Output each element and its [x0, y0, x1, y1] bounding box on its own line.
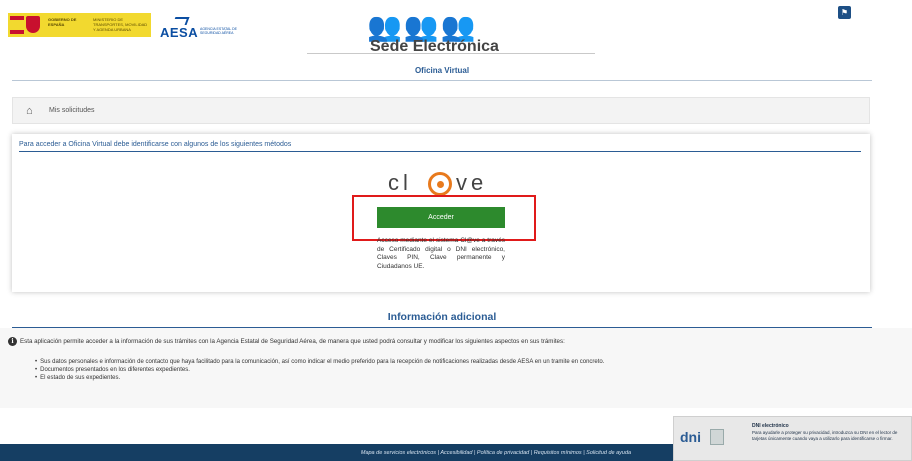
dni-logo: dni — [680, 425, 730, 455]
dni-text: Para ayudarle a proteger su privacidad, … — [752, 430, 898, 441]
banner-divider — [307, 53, 595, 54]
list-item: Sus datos personales e información de co… — [35, 358, 604, 366]
site-header: GOBIERNO DE ESPAÑA MINISTERIO DE TRANSPO… — [0, 0, 912, 60]
coat-of-arms-icon — [26, 16, 40, 33]
home-icon[interactable]: ⌂ — [26, 105, 40, 117]
login-heading: Para acceder a Oficina Virtual debe iden… — [19, 141, 292, 148]
title-divider — [12, 80, 872, 81]
login-panel: Para acceder a Oficina Virtual debe iden… — [12, 134, 870, 292]
ministry-text: MINISTERIO DE TRANSPORTES, MOVILIDAD Y A… — [93, 17, 148, 32]
list-item: El estado de sus expedientes. — [35, 374, 604, 382]
acceder-button[interactable]: Acceder — [377, 207, 505, 228]
info-section: i Esta aplicación permite acceder a la i… — [0, 328, 912, 408]
info-intro-text: Esta aplicación permite acceder a la inf… — [20, 338, 565, 345]
clave-logo-suffix: ve — [456, 170, 488, 195]
government-logo[interactable]: GOBIERNO DE ESPAÑA MINISTERIO DE TRANSPO… — [8, 13, 151, 37]
aesa-subtitle: AGENCIA ESTATAL DE SEGURIDAD AÉREA — [200, 27, 238, 35]
dni-title: DNI electrónico — [752, 423, 789, 429]
footer-links[interactable]: Mapa de servicios electrónicos | Accesib… — [281, 450, 631, 456]
breadcrumb: ⌂ Mis solicitudes — [12, 97, 870, 124]
aesa-mark-icon — [172, 17, 190, 25]
government-text: GOBIERNO DE ESPAÑA — [48, 17, 77, 27]
clave-at-icon — [428, 172, 452, 196]
chip-icon — [710, 429, 724, 445]
page-title: Oficina Virtual — [414, 66, 470, 75]
login-heading-divider — [19, 151, 861, 152]
aesa-logo[interactable]: AESA AGENCIA ESTATAL DE SEGURIDAD AÉREA — [160, 17, 260, 40]
info-title: Información adicional — [387, 311, 497, 323]
dni-logo-text: dni — [680, 429, 701, 445]
clave-logo: cl ve — [388, 170, 508, 198]
info-icon: i — [8, 337, 17, 346]
info-intro: i Esta aplicación permite acceder a la i… — [8, 337, 565, 346]
language-flag-button[interactable]: ⚑ — [838, 6, 851, 19]
info-list: Sus datos personales e información de co… — [35, 358, 604, 382]
list-item: Documentos presentados en los diferentes… — [35, 366, 604, 374]
spain-flag-icon — [10, 16, 24, 34]
aesa-name: AESA — [160, 25, 199, 40]
dni-notification[interactable]: dni DNI electrónico Para ayudarle a prot… — [673, 416, 912, 461]
breadcrumb-current[interactable]: Mis solicitudes — [49, 107, 95, 114]
clave-logo-prefix: cl — [388, 170, 412, 195]
login-description: Acceso mediante el sistema Cl@ve a travé… — [377, 237, 505, 270]
flag-icon: ⚑ — [840, 7, 849, 17]
sede-banner: 👥👥👥 Sede Electrónica — [307, 10, 595, 55]
